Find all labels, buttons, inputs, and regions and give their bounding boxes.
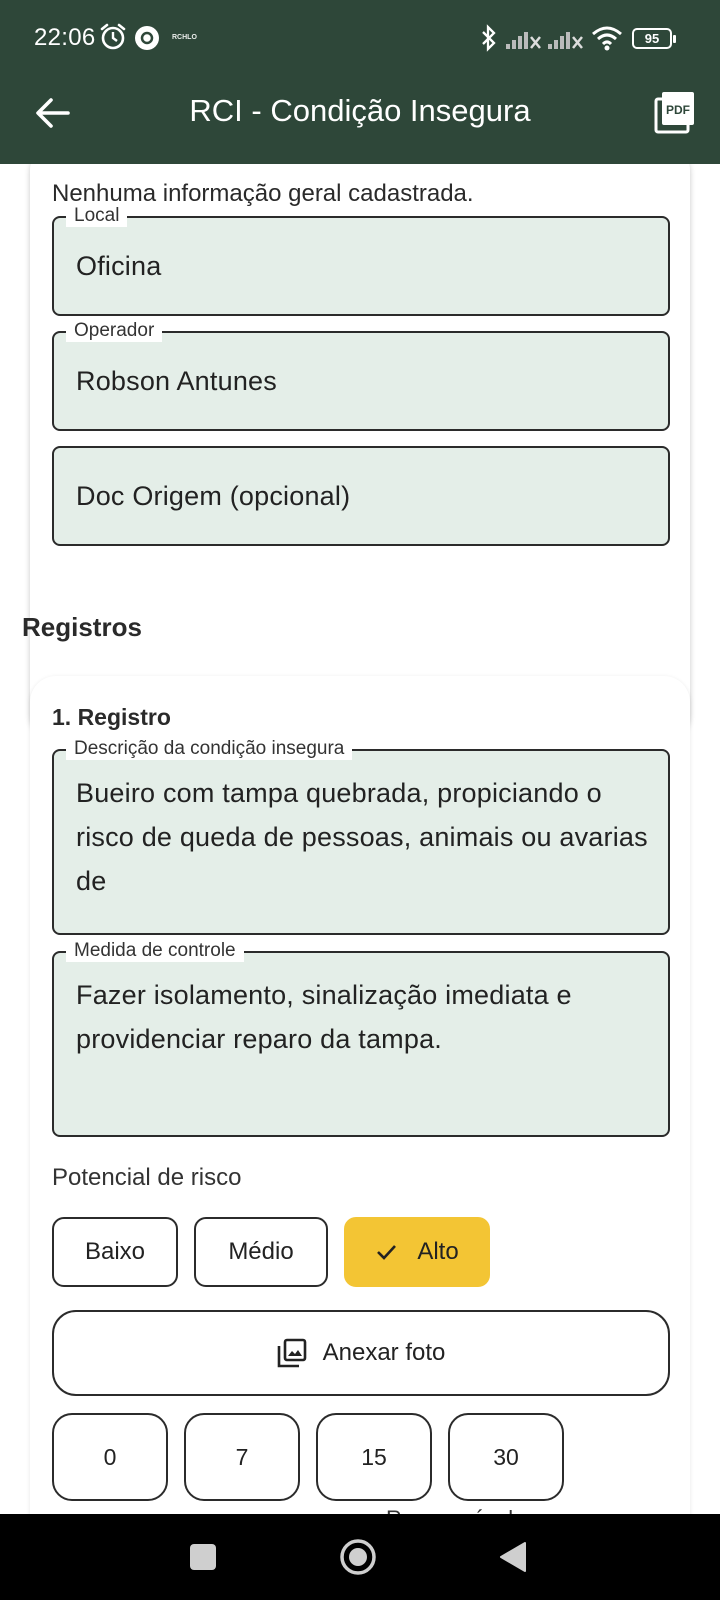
- day-chip-7[interactable]: 7: [184, 1413, 300, 1501]
- battery-indicator: 95: [632, 28, 676, 49]
- control-measure-label: Medida de controle: [66, 940, 244, 962]
- alarm-icon: [100, 23, 126, 50]
- top-bar: 22:06 RCHLO 95 RCI - Condição Insegura P…: [0, 0, 720, 164]
- day-chip-15[interactable]: 15: [316, 1413, 432, 1501]
- system-nav-bar: [0, 1514, 720, 1600]
- recents-icon[interactable]: [190, 1544, 216, 1570]
- risk-chip-baixo[interactable]: Baixo: [52, 1217, 178, 1287]
- risk-chip-alto[interactable]: Alto: [344, 1217, 490, 1287]
- day-chip-30[interactable]: 30: [448, 1413, 564, 1501]
- operator-field[interactable]: Operador Robson Antunes: [52, 320, 670, 431]
- status-time: 22:06: [34, 24, 96, 51]
- notification-text: RCHLO: [172, 34, 197, 41]
- notification-app-icon: [135, 26, 159, 50]
- local-field[interactable]: Local Oficina: [52, 205, 670, 316]
- check-icon: [377, 1245, 397, 1260]
- attach-photo-button[interactable]: Anexar foto: [52, 1310, 670, 1396]
- record-title: 1. Registro: [52, 704, 171, 730]
- photo-library-icon: [277, 1338, 306, 1368]
- risk-chip-label: Alto: [417, 1238, 459, 1265]
- nav-back-icon[interactable]: [498, 1540, 528, 1574]
- day-chip-label: 0: [103, 1443, 117, 1470]
- risk-potential-label: Potencial de risco: [52, 1164, 242, 1191]
- pdf-label: PDF: [666, 103, 690, 117]
- local-value: Oficina: [76, 251, 162, 281]
- attach-photo-label: Anexar foto: [322, 1339, 446, 1366]
- signal-2-icon: [548, 32, 583, 49]
- content-scroll[interactable]: Nenhuma informação geral cadastrada. Loc…: [0, 164, 720, 1514]
- local-label: Local: [66, 205, 128, 227]
- home-icon[interactable]: [339, 1538, 377, 1576]
- status-bar: 22:06 RCHLO 95: [0, 0, 720, 78]
- operator-value: Robson Antunes: [76, 366, 277, 396]
- day-chip-label: 7: [235, 1443, 249, 1470]
- description-value: Bueiro com tampa quebrada, propiciando o…: [76, 778, 648, 896]
- wifi-icon: [592, 26, 622, 51]
- risk-chip-medio[interactable]: Médio: [194, 1217, 328, 1287]
- risk-chip-label: Médio: [228, 1238, 294, 1265]
- records-section-title: Registros: [22, 612, 142, 642]
- responsible-label: Responsável: [386, 1506, 513, 1514]
- pdf-export-icon[interactable]: PDF: [654, 90, 696, 134]
- doc-origin-field[interactable]: Doc Origem (opcional): [52, 446, 670, 546]
- day-chip-label: 15: [361, 1443, 387, 1470]
- doc-origin-placeholder: Doc Origem (opcional): [76, 481, 351, 511]
- signal-1-icon: [506, 32, 541, 49]
- empty-info-message: Nenhuma informação geral cadastrada.: [52, 180, 474, 207]
- control-measure-field[interactable]: Medida de controle Fazer isolamento, sin…: [52, 940, 670, 1137]
- day-chip-label: 30: [493, 1443, 519, 1470]
- page-title: RCI - Condição Insegura: [189, 93, 531, 128]
- operator-label: Operador: [66, 320, 163, 342]
- risk-chip-label: Baixo: [84, 1238, 146, 1265]
- description-label: Descrição da condição insegura: [66, 738, 353, 760]
- bluetooth-icon: [482, 24, 496, 52]
- day-chip-0[interactable]: 0: [52, 1413, 168, 1501]
- control-measure-value: Fazer isolamento, sinalização imediata e…: [76, 980, 572, 1054]
- description-field[interactable]: Descrição da condição insegura Bueiro co…: [52, 738, 670, 935]
